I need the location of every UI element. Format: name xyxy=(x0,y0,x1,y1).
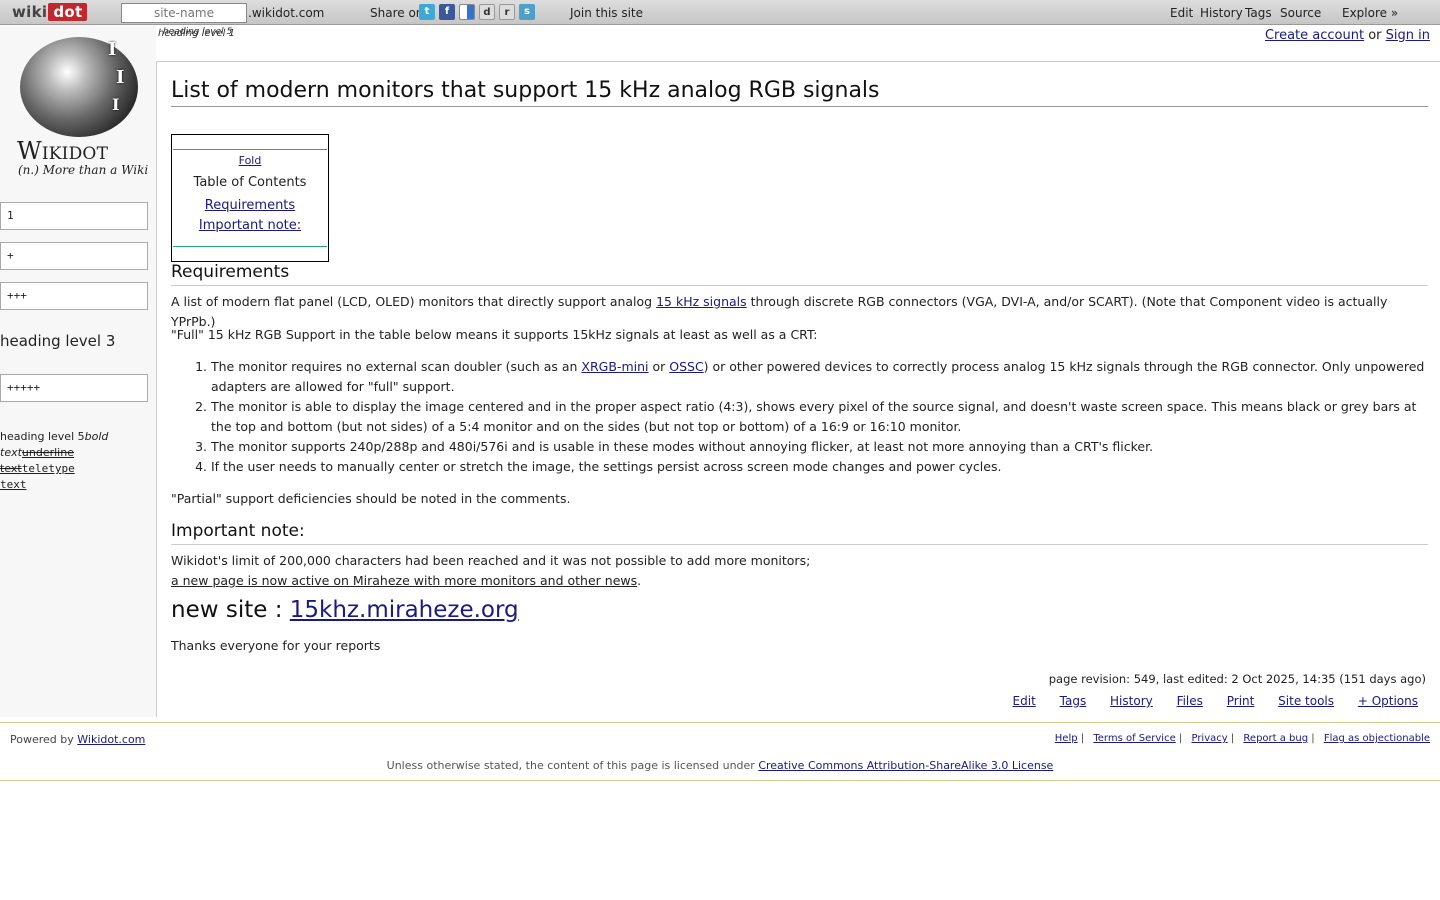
sidebar-heading-3: heading level 3 xyxy=(0,332,116,350)
title-divider xyxy=(171,106,1428,107)
xrgb-mini-link[interactable]: XRGB-mini xyxy=(581,359,648,374)
section-divider xyxy=(171,285,1428,286)
twitter-icon[interactable]: t xyxy=(419,4,435,20)
requirements-list: The monitor requires no external scan do… xyxy=(211,357,1431,477)
powered-by: Powered by Wikidot.com xyxy=(10,733,145,746)
page-print-button[interactable]: Print xyxy=(1227,694,1255,708)
site-name-input[interactable] xyxy=(121,3,247,23)
wikidot-com-link[interactable]: Wikidot.com xyxy=(77,733,145,746)
footer-privacy-link[interactable]: Privacy xyxy=(1191,733,1227,744)
section-divider xyxy=(171,544,1428,545)
topnav-tags[interactable]: Tags xyxy=(1245,6,1272,20)
toc-link-important-note[interactable]: Important note: xyxy=(173,216,327,236)
site-suffix: .wikidot.com xyxy=(248,6,325,20)
wikidot-logo[interactable]: wiki dot xyxy=(12,3,88,22)
topnav-explore[interactable]: Explore » xyxy=(1342,6,1398,20)
new-site-heading: new site : 15khz.miraheze.org xyxy=(171,597,519,623)
sidebar-box-2: + xyxy=(0,242,148,270)
footer-report-bug-link[interactable]: Report a bug xyxy=(1243,733,1308,744)
page-revision-info: page revision: 549, last edited: 2 Oct 2… xyxy=(1048,672,1426,686)
topnav-history[interactable]: History xyxy=(1200,6,1243,20)
create-account-link[interactable]: Create account xyxy=(1265,28,1364,43)
sidebar: I I I Wikidot (n.) More than a Wiki 1 + … xyxy=(0,25,156,717)
li1-text-or: or xyxy=(648,359,670,374)
page-tags-button[interactable]: Tags xyxy=(1060,694,1087,708)
topnav-edit[interactable]: Edit xyxy=(1170,6,1193,20)
page-files-button[interactable]: Files xyxy=(1177,694,1203,708)
intro-text-a: A list of modern flat panel (LCD, OLED) … xyxy=(171,294,657,309)
new-site-label: new site : xyxy=(171,597,290,623)
sidebar-box-3: +++ xyxy=(0,282,148,310)
footer: Powered by Wikidot.com Help | Terms of S… xyxy=(0,722,1440,781)
logo-text-dot: dot xyxy=(48,3,88,21)
share-label: Share on xyxy=(370,6,424,20)
wikidot-globe-logo[interactable]: I I I xyxy=(20,37,138,137)
sidebar-formatting-sample: heading level 5bold textunderline textte… xyxy=(0,429,150,493)
topnav-source[interactable]: Source xyxy=(1280,6,1321,20)
stumbleupon-icon[interactable]: s xyxy=(519,4,535,20)
sidebar-italic: text xyxy=(0,446,22,459)
partial-support-paragraph: "Partial" support deficiencies should be… xyxy=(171,491,571,506)
toc-link-requirements[interactable]: Requirements xyxy=(173,196,327,216)
footer-links: Help | Terms of Service | Privacy | Repo… xyxy=(1054,733,1430,744)
join-site-link[interactable]: Join this site xyxy=(570,6,643,20)
footer-flag-link[interactable]: Flag as objectionable xyxy=(1324,733,1430,744)
toc-title: Table of Contents xyxy=(193,175,307,190)
footer-tos-link[interactable]: Terms of Service xyxy=(1093,733,1175,744)
facebook-icon[interactable]: f xyxy=(439,4,455,20)
page-site-tools-button[interactable]: Site tools xyxy=(1278,694,1334,708)
page-history-button[interactable]: History xyxy=(1110,694,1153,708)
delicious-icon[interactable] xyxy=(459,4,475,20)
list-item: The monitor supports 240p/288p and 480i/… xyxy=(211,437,1431,457)
table-of-contents: Fold Table of Contents Requirements Impo… xyxy=(171,134,329,262)
main-content: List of modern monitors that support 15 … xyxy=(156,61,1440,717)
list-item: The monitor is able to display the image… xyxy=(211,397,1431,437)
page-edit-button[interactable]: Edit xyxy=(1013,694,1036,708)
page-title: List of modern monitors that support 15 … xyxy=(171,78,880,103)
brand-wordmark: Wikidot xyxy=(17,137,109,165)
overlay-heading-1: heading level 1 xyxy=(158,28,235,39)
license-notice: Unless otherwise stated, the content of … xyxy=(0,759,1440,772)
sidebar-box-4: +++++ xyxy=(0,374,148,402)
sidebar-bold: bold xyxy=(84,430,109,443)
page-more-options-button[interactable]: + Options xyxy=(1358,694,1418,708)
miraheze-paragraph: a new page is now active on Miraheze wit… xyxy=(171,571,1431,591)
reddit-icon[interactable]: r xyxy=(499,4,515,20)
sidebar-teletype: teletype xyxy=(21,462,75,475)
login-or: or xyxy=(1368,28,1382,43)
page-options-bar: Edit Tags History Files Print Site tools… xyxy=(993,694,1418,708)
login-status: Create account or Sign in xyxy=(1265,28,1430,43)
digg-icon[interactable]: d xyxy=(479,4,495,20)
toc-inner: Fold Table of Contents Requirements Impo… xyxy=(173,149,327,247)
list-item: The monitor requires no external scan do… xyxy=(211,357,1431,397)
brand-tagline: (n.) More than a Wiki xyxy=(18,163,149,177)
limit-paragraph: Wikidot's limit of 200,000 characters ha… xyxy=(171,553,811,568)
sidebar-heading-5: heading level 5 xyxy=(0,430,85,443)
license-link[interactable]: Creative Commons Attribution-ShareAlike … xyxy=(758,759,1053,772)
full-support-paragraph: "Full" 15 kHz RGB Support in the table b… xyxy=(171,327,818,342)
15khz-signals-link[interactable]: 15 kHz signals xyxy=(656,294,747,309)
list-item: If the user needs to manually center or … xyxy=(211,457,1431,477)
logo-text-wiki: wiki xyxy=(12,3,48,21)
miraheze-page-link[interactable]: a new page is now active on Miraheze wit… xyxy=(171,573,637,588)
sign-in-link[interactable]: Sign in xyxy=(1386,28,1430,43)
ossc-link[interactable]: OSSC xyxy=(669,359,703,374)
li1-text-a: The monitor requires no external scan do… xyxy=(211,359,582,374)
toc-fold-link[interactable]: Fold xyxy=(173,154,327,167)
new-site-link[interactable]: 15khz.miraheze.org xyxy=(290,597,519,623)
section-heading-important-note: Important note: xyxy=(171,521,305,541)
thanks-paragraph: Thanks everyone for your reports xyxy=(171,638,381,653)
top-bar: wikidot .wikidot.com Share on t f d r s … xyxy=(0,0,1440,25)
footer-help-link[interactable]: Help xyxy=(1055,733,1078,744)
license-text: Unless otherwise stated, the content of … xyxy=(386,759,759,772)
section-heading-requirements: Requirements xyxy=(171,262,290,282)
powered-by-text: Powered by xyxy=(10,733,78,746)
sidebar-box-1: 1 xyxy=(0,202,148,230)
sidebar-teletype-2: text xyxy=(0,478,27,491)
miraheze-period: . xyxy=(637,573,642,588)
